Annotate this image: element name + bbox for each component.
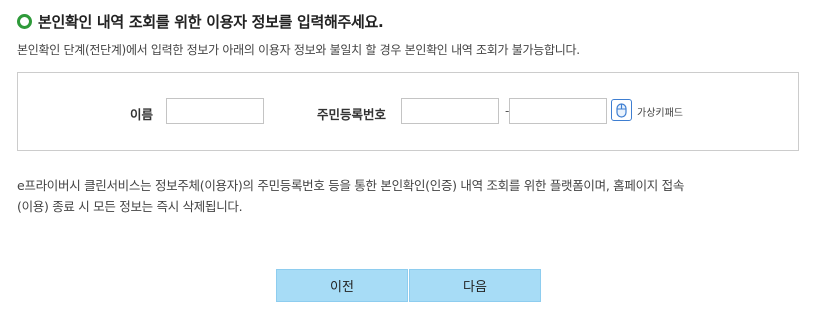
circle-bullet-icon: [17, 14, 32, 29]
page-description: 본인확인 단계(전단계)에서 입력한 정보가 아래의 이용자 정보와 불일치 할…: [17, 43, 580, 57]
notice-line-2: (이용) 종료 시 모든 정보는 즉시 삭제됩니다.: [17, 199, 243, 214]
mouse-icon: [616, 102, 627, 118]
page-heading: 본인확인 내역 조회를 위한 이용자 정보를 입력해주세요.: [17, 11, 384, 32]
privacy-notice: e프라이버시 클린서비스는 정보주체(이용자)의 주민등록번호 등을 통한 본인…: [17, 175, 797, 217]
name-input[interactable]: [166, 98, 264, 124]
user-info-form: 이름 주민등록번호 - 가상키패드: [17, 72, 799, 151]
prev-button[interactable]: 이전: [276, 269, 408, 302]
virtual-keypad-label[interactable]: 가상키패드: [637, 104, 683, 119]
page-title: 본인확인 내역 조회를 위한 이용자 정보를 입력해주세요.: [38, 13, 384, 31]
next-button[interactable]: 다음: [409, 269, 541, 302]
rrn-back-input[interactable]: [509, 98, 607, 124]
notice-line-1: e프라이버시 클린서비스는 정보주체(이용자)의 주민등록번호 등을 통한 본인…: [17, 178, 685, 193]
name-label: 이름: [130, 107, 154, 122]
virtual-keypad-button[interactable]: [611, 99, 632, 121]
rrn-front-input[interactable]: [401, 98, 499, 124]
rrn-label: 주민등록번호: [317, 107, 387, 122]
